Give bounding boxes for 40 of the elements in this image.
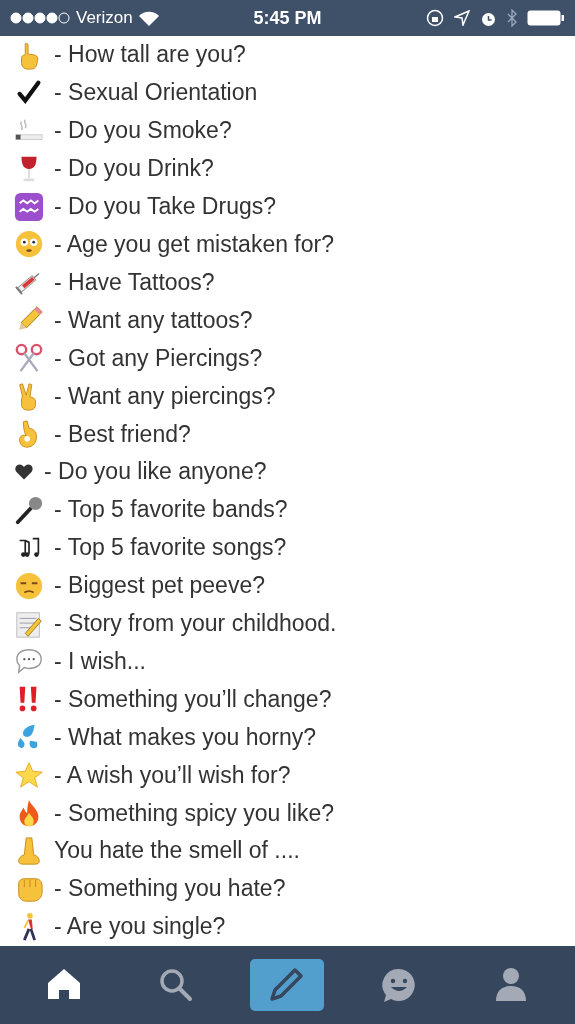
question-text: You hate the smell of .... — [54, 837, 300, 865]
question-text: - A wish you’ll wish for? — [54, 761, 291, 789]
clock-time: 5:45 PM — [253, 7, 322, 29]
question-text: - Have Tattoos? — [54, 268, 215, 296]
question-text: - Something spicy you like? — [54, 799, 334, 827]
question-text: - Do you Drink? — [54, 155, 214, 183]
question-text: - Something you hate? — [54, 875, 286, 903]
compose-button[interactable] — [250, 959, 325, 1011]
question-text: - Sexual Orientation — [54, 79, 258, 107]
location-icon — [454, 10, 470, 26]
question-text: - Something you’ll change? — [54, 685, 332, 713]
question-text: - Top 5 favorite songs? — [54, 534, 287, 562]
smiley-chat-icon — [381, 967, 418, 1003]
wifi-icon — [138, 10, 159, 26]
question-text: - I wish... — [54, 647, 146, 675]
question-text: - Best friend? — [54, 420, 191, 448]
question-text: - Top 5 favorite bands? — [54, 496, 288, 524]
question-text: - What makes you horny? — [54, 723, 317, 751]
question-text: - Do you like anyone? — [44, 458, 267, 486]
question-text: - How tall are you? — [54, 41, 246, 69]
question-text: - Got any Piercings? — [54, 344, 263, 372]
scissors-icon — [14, 343, 44, 374]
question-text: - Want any piercings? — [54, 382, 276, 410]
signal-icon — [10, 12, 70, 24]
flushed-face-icon — [14, 229, 44, 260]
question-text: - Do you Smoke? — [54, 117, 232, 145]
unamused-face-icon — [14, 570, 44, 601]
pencil-icon — [269, 967, 306, 1003]
search-icon — [157, 967, 194, 1003]
aquarius-icon — [14, 191, 44, 222]
question-text: - Story from your childhood. — [54, 610, 337, 638]
carrier-name: Verizon — [76, 8, 133, 28]
question-text: - Are you single? — [54, 913, 226, 941]
question-text: - Biggest pet peeve? — [54, 572, 265, 600]
battery-icon — [527, 10, 565, 26]
question-text: - Do you Take Drugs? — [54, 193, 276, 221]
question-text: - Age you get mistaken for? — [54, 230, 334, 258]
bluetooth-icon — [507, 9, 517, 27]
question-text: - Want any tattoos? — [54, 306, 253, 334]
microphone-icon — [14, 494, 44, 525]
